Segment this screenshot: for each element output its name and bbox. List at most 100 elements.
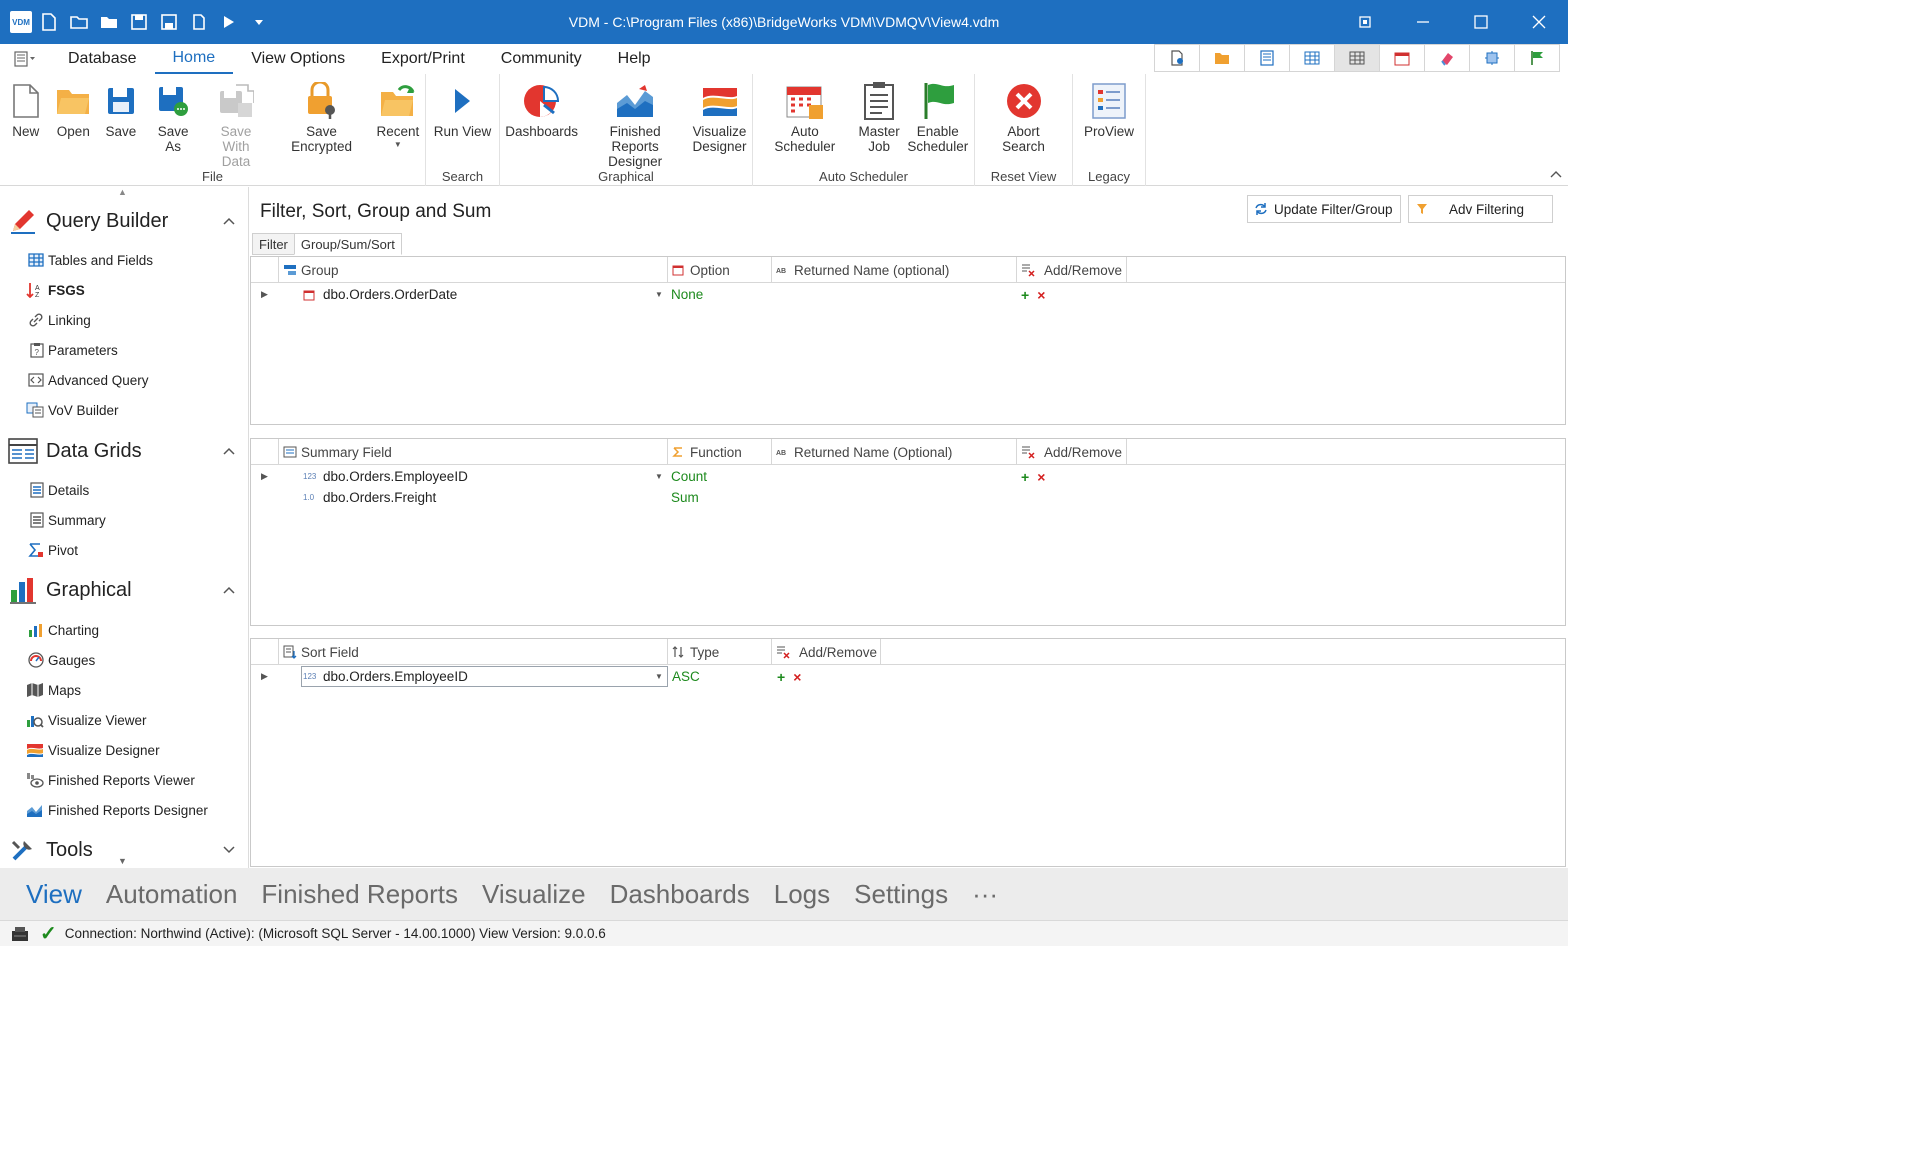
table-row[interactable]: 1.0 dbo.Orders.Freight Sum — [251, 487, 1567, 508]
column-header-add-remove[interactable]: Add/Remove — [1017, 439, 1127, 465]
expand-row-icon[interactable]: ▶ — [261, 471, 268, 482]
details-view-icon[interactable] — [1244, 44, 1290, 72]
remove-row-icon[interactable]: × — [1037, 469, 1045, 485]
minimize-button[interactable] — [1394, 0, 1452, 44]
summary-field-value[interactable]: dbo.Orders.Freight — [323, 487, 436, 508]
bottom-tab-visualize[interactable]: Visualize — [482, 879, 586, 910]
scroll-up-icon[interactable]: ▲ — [118, 187, 127, 197]
table-row[interactable]: ▶ dbo.Orders.OrderDate ▼ None + × — [251, 284, 1567, 305]
flag-icon[interactable] — [1514, 44, 1560, 72]
new-file-icon[interactable] — [36, 9, 62, 35]
add-row-icon[interactable]: + — [1021, 469, 1029, 485]
export-icon[interactable] — [186, 9, 212, 35]
eraser-icon[interactable] — [1424, 44, 1470, 72]
remove-row-icon[interactable]: × — [1037, 287, 1045, 303]
nav-item-charting[interactable]: Charting — [0, 617, 248, 643]
collapse-ribbon-icon[interactable] — [1550, 167, 1562, 181]
table-row[interactable]: ▶ 123 dbo.Orders.EmployeeID ▼ Count + × — [251, 466, 1567, 487]
tab-filter[interactable]: Filter — [252, 233, 295, 255]
nav-item-gauges[interactable]: Gauges — [0, 647, 248, 673]
save-icon[interactable] — [126, 9, 152, 35]
summary-function-value[interactable]: Count — [671, 466, 707, 487]
nav-item-vov-builder[interactable]: VoV Builder — [0, 397, 248, 423]
tab-database[interactable]: Database — [50, 44, 155, 74]
new-view-icon[interactable] — [1154, 44, 1200, 72]
add-row-icon[interactable]: + — [1021, 287, 1029, 303]
dropdown-arrow-icon[interactable]: ▼ — [655, 672, 663, 681]
column-header-type[interactable]: Type — [668, 639, 772, 665]
chevron-down-icon[interactable] — [209, 843, 248, 857]
nav-item-advanced-query[interactable]: Advanced Query — [0, 367, 248, 393]
dropdown-arrow-icon[interactable]: ▼ — [655, 472, 663, 481]
remove-row-icon[interactable]: × — [793, 669, 801, 685]
expand-row-icon[interactable]: ▶ — [261, 671, 268, 682]
open-folder-icon[interactable] — [66, 9, 92, 35]
tab-community[interactable]: Community — [483, 44, 600, 74]
column-header-returned-name[interactable]: AB Returned Name (Optional) — [772, 439, 1017, 465]
bottom-tab-finished-reports[interactable]: Finished Reports — [261, 879, 458, 910]
sort-field-value[interactable]: dbo.Orders.EmployeeID — [323, 666, 468, 687]
nav-item-visualize-designer[interactable]: Visualize Designer — [0, 737, 248, 763]
summary-field-value[interactable]: dbo.Orders.EmployeeID — [323, 466, 468, 487]
column-header-sort-field[interactable]: Sort Field — [279, 639, 668, 665]
column-header-group[interactable]: Group — [279, 257, 668, 283]
column-header-returned-name[interactable]: AB Returned Name (optional) — [772, 257, 1017, 283]
save-as-icon[interactable] — [156, 9, 182, 35]
expand-row-icon[interactable]: ▶ — [261, 289, 268, 300]
nav-item-maps[interactable]: Maps — [0, 677, 248, 703]
restore-view-icon[interactable] — [1336, 0, 1394, 44]
application-menu-icon[interactable] — [0, 51, 50, 67]
chevron-up-icon[interactable] — [209, 444, 248, 458]
section-data-grids[interactable]: Data Grids — [0, 434, 248, 468]
add-row-icon[interactable]: + — [777, 669, 785, 685]
nav-item-pivot[interactable]: Pivot — [0, 537, 248, 563]
sort-type-value[interactable]: ASC — [672, 666, 700, 687]
maximize-button[interactable] — [1452, 0, 1510, 44]
chevron-up-icon[interactable] — [209, 583, 248, 597]
column-header-add-remove[interactable]: Add/Remove — [1017, 257, 1127, 283]
bottom-tab-dashboards[interactable]: Dashboards — [610, 879, 750, 910]
column-header-function[interactable]: Function — [668, 439, 772, 465]
tab-group-sum-sort[interactable]: Group/Sum/Sort — [293, 233, 402, 255]
fit-screen-icon[interactable] — [1469, 44, 1515, 72]
chevron-up-icon[interactable] — [209, 214, 248, 228]
calendar-icon[interactable] — [1379, 44, 1425, 72]
tab-help[interactable]: Help — [600, 44, 669, 74]
more-options-button[interactable]: ··· — [972, 879, 998, 910]
column-header-summary-field[interactable]: Summary Field — [279, 439, 668, 465]
pivot-view-icon[interactable] — [1334, 44, 1380, 72]
tab-view-options[interactable]: View Options — [233, 44, 363, 74]
nav-item-tables-fields[interactable]: Tables and Fields — [0, 247, 248, 273]
dropdown-arrow-icon[interactable]: ▼ — [655, 290, 663, 299]
folder-icon[interactable] — [1199, 44, 1245, 72]
nav-item-details[interactable]: Details — [0, 477, 248, 503]
group-option-value[interactable]: None — [671, 284, 703, 305]
scroll-down-icon[interactable]: ▼ — [118, 856, 127, 866]
nav-item-fsgs[interactable]: AZ FSGS — [0, 277, 248, 303]
nav-item-finished-reports-designer[interactable]: Finished Reports Designer — [0, 797, 248, 823]
section-graphical[interactable]: Graphical — [0, 573, 248, 607]
nav-item-linking[interactable]: Linking — [0, 307, 248, 333]
nav-item-parameters[interactable]: ? Parameters — [0, 337, 248, 363]
bottom-tab-logs[interactable]: Logs — [774, 879, 830, 910]
group-field-value[interactable]: dbo.Orders.OrderDate — [323, 284, 457, 305]
database-connection-icon[interactable] — [0, 925, 40, 943]
adv-filtering-button[interactable]: Adv Filtering — [1408, 195, 1553, 223]
customize-qat-icon[interactable] — [246, 9, 272, 35]
close-button[interactable] — [1510, 0, 1568, 44]
update-filter-group-button[interactable]: Update Filter/Group — [1247, 195, 1401, 223]
grid-view-icon[interactable] — [1289, 44, 1335, 72]
tab-export-print[interactable]: Export/Print — [363, 44, 483, 74]
app-logo[interactable]: VDM — [10, 11, 32, 33]
recent-folder-icon[interactable] — [96, 9, 122, 35]
bottom-tab-automation[interactable]: Automation — [106, 879, 238, 910]
bottom-tab-settings[interactable]: Settings — [854, 879, 948, 910]
bottom-tab-view[interactable]: View — [26, 879, 82, 910]
table-row[interactable]: ▶ 123 dbo.Orders.EmployeeID ▼ ASC + × — [251, 666, 1567, 687]
run-icon[interactable] — [216, 9, 242, 35]
section-query-builder[interactable]: Query Builder — [0, 204, 248, 238]
nav-item-finished-reports-viewer[interactable]: Finished Reports Viewer — [0, 767, 248, 793]
nav-item-summary[interactable]: Summary — [0, 507, 248, 533]
column-header-option[interactable]: Option — [668, 257, 772, 283]
column-header-add-remove[interactable]: Add/Remove — [772, 639, 881, 665]
